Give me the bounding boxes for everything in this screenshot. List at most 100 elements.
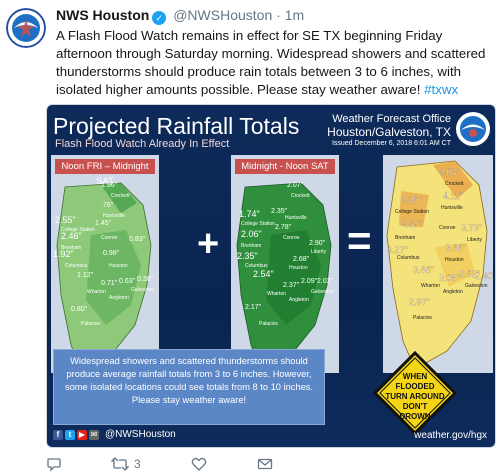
p2-value-8: 2.68" xyxy=(293,256,310,263)
svg-text:College Station: College Station xyxy=(395,209,429,215)
total-value-3: 4.28" xyxy=(401,195,422,205)
office-line1: Weather Forecast Office xyxy=(332,113,451,125)
svg-text:Huntsville: Huntsville xyxy=(103,213,125,219)
p2-value-11: 2.09" xyxy=(301,278,318,285)
svg-text:Liberty: Liberty xyxy=(311,249,327,255)
svg-text:Palacios: Palacios xyxy=(413,315,432,321)
svg-text:Huntsville: Huntsville xyxy=(441,205,463,211)
sign-line-1: WHEN xyxy=(402,372,428,381)
envelope-icon xyxy=(257,458,273,470)
p2-value-12: 2.02" xyxy=(317,278,334,285)
p1-value-9: 1.12" xyxy=(77,272,94,279)
panel-label-sat: Midnight - Noon SAT xyxy=(235,159,335,174)
tweet-text: A Flash Flood Watch remains in effect fo… xyxy=(56,27,488,99)
svg-text:Wharton: Wharton xyxy=(421,283,440,289)
retweet-button[interactable]: 3 xyxy=(111,456,141,472)
map-panel-sat: Midnight - Noon SAT 2.07" 2.35" 1.74" 2.… xyxy=(231,155,339,373)
tweet-header: NWS Houston ✓ @NWSHouston · 1m xyxy=(56,7,304,25)
verified-icon: ✓ xyxy=(152,11,167,25)
svg-text:Crockett: Crockett xyxy=(291,193,310,199)
total-value-4: 4.52" xyxy=(401,219,422,229)
office-line2: Houston/Galveston, TX xyxy=(327,125,451,139)
svg-text:Galveston: Galveston xyxy=(131,287,154,293)
svg-text:Houston: Houston xyxy=(109,263,128,269)
nws-logo-icon xyxy=(6,8,46,48)
total-value-6: 3.66" xyxy=(445,243,466,253)
total-value-8: 3.66" xyxy=(413,265,434,275)
p2-value-9: 2.54" xyxy=(253,269,274,279)
p2-value-4: 2.78" xyxy=(275,224,292,231)
p2-value-3: 1.74" xyxy=(239,209,260,219)
svg-text:Brenham: Brenham xyxy=(61,245,81,251)
p1-value-8: 0.83" xyxy=(129,236,146,243)
avatar[interactable] xyxy=(6,8,46,48)
svg-text:Wharton: Wharton xyxy=(87,289,106,295)
social-icons: f t ▶ ✉ @NWSHouston xyxy=(53,429,176,440)
svg-text:Conroe: Conroe xyxy=(101,235,118,241)
p2-value-7: 2.35" xyxy=(237,251,258,261)
svg-text:Crockett: Crockett xyxy=(111,193,130,199)
p1-value-4: 1.45" xyxy=(95,220,112,227)
map-panel-total: 4.03" 4.11" 4.28" 4.52" 3.73" 3.66" 4.27… xyxy=(383,155,493,373)
p1-value-2: .76" xyxy=(101,202,114,209)
svg-text:Angleton: Angleton xyxy=(443,289,463,295)
youtube-icon: ▶ xyxy=(77,429,87,440)
svg-text:Huntsville: Huntsville xyxy=(285,215,307,221)
rainfall-map-2: 2.07" 2.35" 1.74" 2.78" 2.06" 2.90" 2.35… xyxy=(236,182,334,372)
svg-text:College Station: College Station xyxy=(61,227,95,233)
card-footer: f t ▶ ✉ @NWSHouston weather.gov/hgx xyxy=(47,425,495,447)
like-button[interactable] xyxy=(191,456,212,472)
p2-value-6: 2.90" xyxy=(309,240,326,247)
total-value-12: 2.97" xyxy=(409,297,430,307)
card-subtitle: Flash Flood Watch Already In Effect xyxy=(55,138,230,150)
sign-line-5: DROWN xyxy=(399,412,431,421)
tweet-body: A Flash Flood Watch remains in effect fo… xyxy=(56,28,486,97)
map-panel-fri-sat: Noon FRI – Midnight SAT 1.96" .76" 2.55"… xyxy=(51,155,159,373)
p2-value-1: 2.07" xyxy=(287,182,304,189)
tweet-time[interactable]: 1m xyxy=(285,7,304,23)
rainfall-map-1: 1.96" .76" 2.55" 1.45" 2.46" 1.92" 0.98"… xyxy=(53,182,154,372)
direct-message-button[interactable] xyxy=(257,456,273,472)
total-value-1: 4.03" xyxy=(439,167,460,177)
svg-text:Conroe: Conroe xyxy=(439,225,456,231)
svg-text:Palacios: Palacios xyxy=(81,321,100,327)
svg-text:Liberty: Liberty xyxy=(467,237,483,243)
p1-value-12: 0.38" xyxy=(137,276,154,283)
svg-text:Palacios: Palacios xyxy=(259,321,278,327)
reply-icon xyxy=(47,458,61,472)
sign-line-4: DON'T xyxy=(402,402,428,411)
svg-text:Angleton: Angleton xyxy=(289,297,309,303)
reply-button[interactable] xyxy=(46,456,67,472)
footer-handle: @NWSHouston xyxy=(105,429,176,440)
total-value-9: 3.05" xyxy=(439,273,460,283)
svg-text:College Station: College Station xyxy=(241,221,275,227)
card-title: Projected Rainfall Totals xyxy=(53,113,300,139)
svg-text:Conroe: Conroe xyxy=(283,235,300,241)
p2-value-10: 2.37" xyxy=(283,282,300,289)
retweet-count: 3 xyxy=(134,457,141,471)
p1-value-3: 2.55" xyxy=(55,215,76,225)
author-name[interactable]: NWS Houston xyxy=(56,7,149,23)
svg-text:Columbus: Columbus xyxy=(245,263,268,269)
message-box: Widespread showers and scattered thunder… xyxy=(53,349,325,425)
svg-text:Crockett: Crockett xyxy=(445,181,464,187)
nws-seal-icon xyxy=(456,112,490,146)
sign-text: WHEN FLOODED TURN AROUND DON'T DROWN xyxy=(373,372,457,422)
hashtag-link[interactable]: #txwx xyxy=(424,82,458,97)
p2-value-13: 2.17" xyxy=(245,304,262,311)
p1-value-1: 1.96" xyxy=(101,182,118,189)
svg-text:Angleton: Angleton xyxy=(109,295,129,301)
svg-text:Brenham: Brenham xyxy=(241,243,261,249)
p2-value-2: 2.35" xyxy=(271,208,288,215)
sign-line-3: TURN AROUND xyxy=(385,392,445,401)
panel-label-fri-sat: Noon FRI – Midnight SAT xyxy=(55,159,155,187)
svg-text:Galveston: Galveston xyxy=(311,289,334,295)
author-handle[interactable]: @NWSHouston xyxy=(173,7,272,23)
rainfall-map-total: 4.03" 4.11" 4.28" 4.52" 3.73" 3.66" 4.27… xyxy=(386,160,493,370)
tweet-image[interactable]: Projected Rainfall Totals Flash Flood Wa… xyxy=(46,104,496,448)
plus-sign: + xyxy=(197,223,220,265)
separator: · xyxy=(276,7,281,23)
p1-value-13: 0.80" xyxy=(71,306,88,313)
svg-text:Houston: Houston xyxy=(445,257,464,263)
p1-value-11: 0.63" xyxy=(119,278,136,285)
